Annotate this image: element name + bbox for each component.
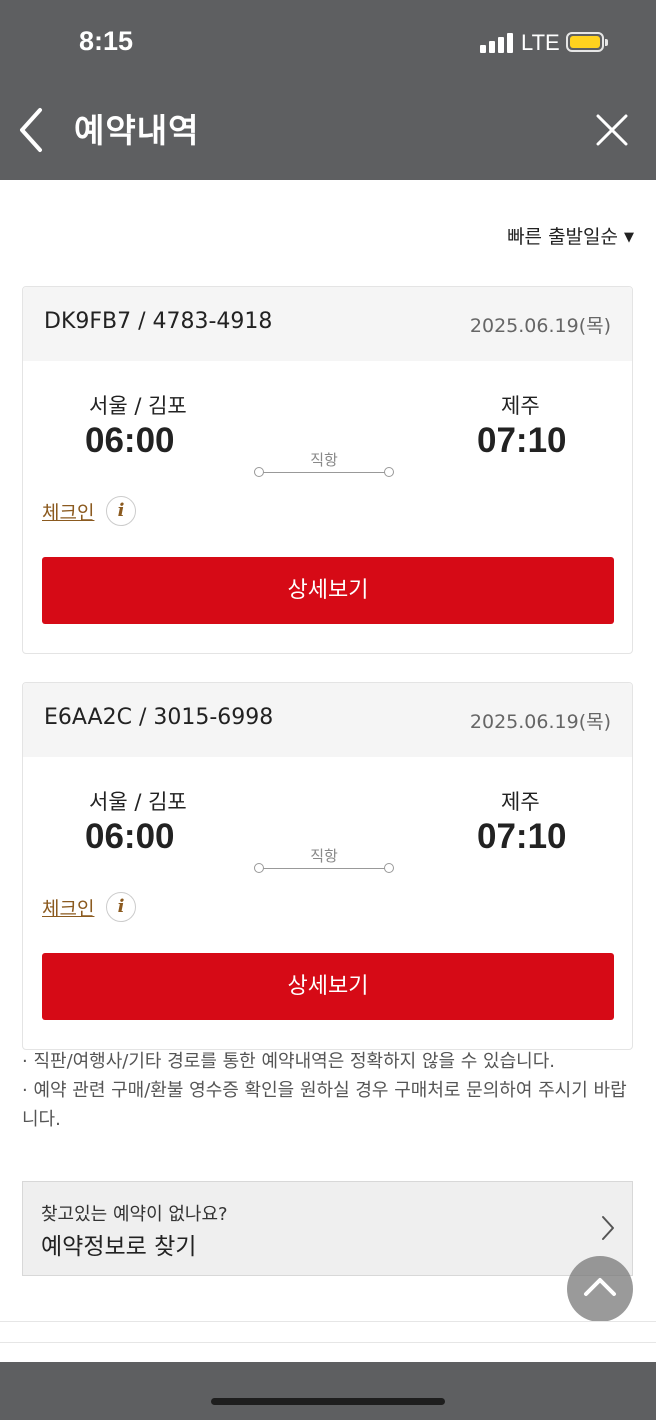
sort-label: 빠른 출발일순 xyxy=(507,226,618,248)
route-indicator: 직항 xyxy=(254,847,394,875)
scroll-top-button[interactable] xyxy=(567,1256,633,1322)
reservation-card-header: E6AA2C / 3015-6998 2025.06.19(목) xyxy=(23,683,632,757)
divider xyxy=(0,1321,656,1322)
detail-button[interactable]: 상세보기 xyxy=(42,557,614,624)
sort-dropdown[interactable]: 빠른 출발일순 ▼ xyxy=(507,222,634,249)
find-reservation-button[interactable]: 찾고있는 예약이 없나요? 예약정보로 찾기 xyxy=(22,1181,633,1276)
arrival-time: 07:10 xyxy=(477,817,567,856)
home-indicator[interactable] xyxy=(211,1398,445,1405)
arrival-city: 제주 xyxy=(501,790,540,814)
chevron-left-icon xyxy=(20,108,42,152)
route-type: 직항 xyxy=(310,451,338,469)
page-title: 예약내역 xyxy=(74,111,200,150)
info-icon[interactable]: i xyxy=(106,892,136,922)
arrival-time: 07:10 xyxy=(477,421,567,460)
status-bar: 8:15 LTE xyxy=(0,0,656,88)
reservation-card-header: DK9FB7 / 4783-4918 2025.06.19(목) xyxy=(23,287,632,361)
network-type: LTE xyxy=(521,30,560,55)
info-icon[interactable]: i xyxy=(106,496,136,526)
route-type: 직항 xyxy=(310,847,338,865)
departure-time: 06:00 xyxy=(85,421,175,460)
back-button[interactable] xyxy=(14,106,54,156)
nav-bar: 예약내역 xyxy=(0,88,656,180)
notice-text: · 직판/여행사/기타 경로를 통한 예약내역은 정확하지 않을 수 있습니다.… xyxy=(22,1047,634,1134)
divider xyxy=(0,1342,656,1343)
close-button[interactable] xyxy=(592,110,632,150)
close-icon xyxy=(596,114,628,146)
departure-city: 서울 / 김포 xyxy=(89,394,187,418)
chevron-right-icon xyxy=(602,1216,614,1240)
booking-date: 2025.06.19(목) xyxy=(469,711,611,733)
home-indicator-area xyxy=(0,1362,656,1420)
find-link-label: 예약정보로 찾기 xyxy=(41,1234,197,1260)
booking-date: 2025.06.19(목) xyxy=(469,315,611,337)
checkin-link[interactable]: 체크인 xyxy=(42,894,94,921)
notice-line: · 직판/여행사/기타 경로를 통한 예약내역은 정확하지 않을 수 있습니다. xyxy=(22,1051,556,1072)
signal-icon xyxy=(480,33,514,53)
route-indicator: 직항 xyxy=(254,451,394,479)
reservation-card: DK9FB7 / 4783-4918 2025.06.19(목) 서울 / 김포… xyxy=(22,286,633,654)
caret-down-icon: ▼ xyxy=(624,230,634,245)
reservation-card: E6AA2C / 3015-6998 2025.06.19(목) 서울 / 김포… xyxy=(22,682,633,1050)
chevron-up-icon xyxy=(584,1278,616,1296)
battery-icon xyxy=(566,32,608,52)
booking-code: DK9FB7 / 4783-4918 xyxy=(44,309,273,334)
find-question: 찾고있는 예약이 없나요? xyxy=(41,1204,228,1225)
booking-code: E6AA2C / 3015-6998 xyxy=(44,705,274,730)
status-time: 8:15 xyxy=(79,26,134,56)
checkin-link[interactable]: 체크인 xyxy=(42,498,94,525)
notice-line: · 예약 관련 구매/환불 영수증 확인을 원하실 경우 구매처로 문의하여 주… xyxy=(22,1080,627,1130)
arrival-city: 제주 xyxy=(501,394,540,418)
departure-city: 서울 / 김포 xyxy=(89,790,187,814)
detail-button[interactable]: 상세보기 xyxy=(42,953,614,1020)
departure-time: 06:00 xyxy=(85,817,175,856)
